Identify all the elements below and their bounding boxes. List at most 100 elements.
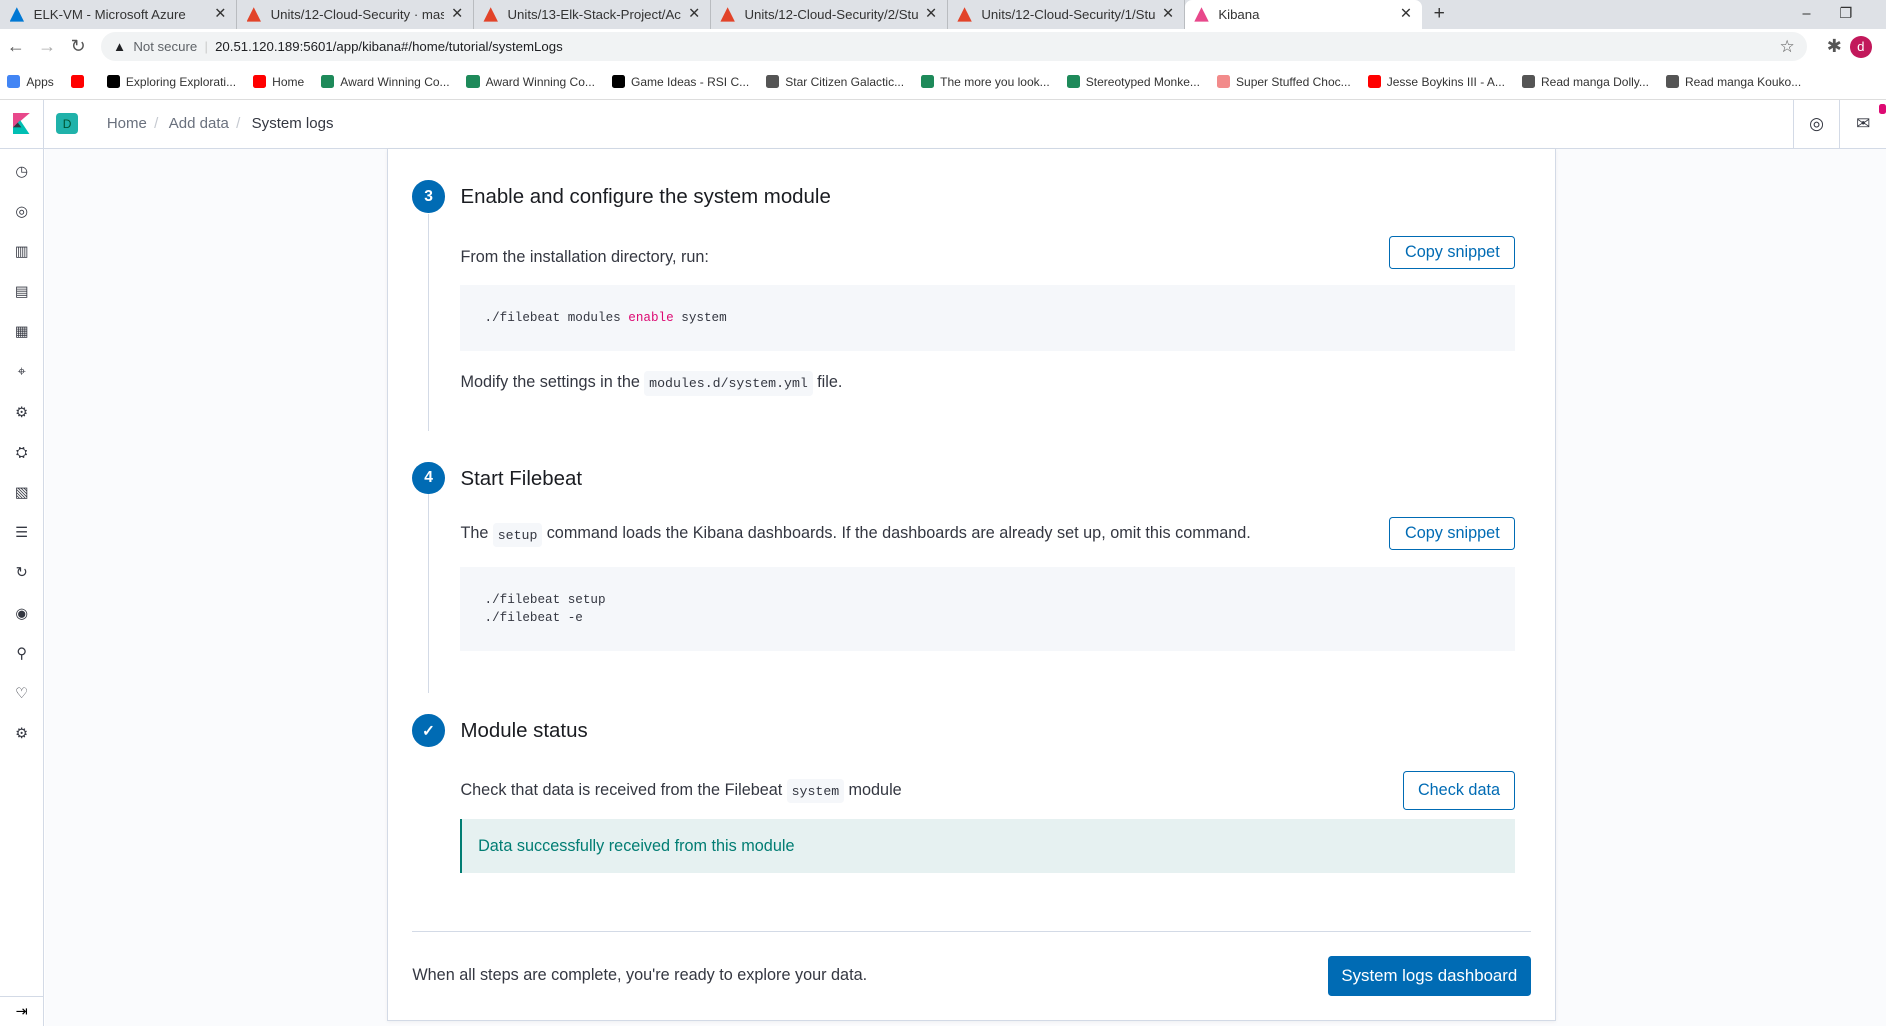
forward-icon[interactable]: → [31, 36, 62, 57]
tab-bar: ELK-VM - Microsoft Azure ✕ Units/12-Cloud-… [0, 0, 1886, 29]
extensions-icon[interactable]: ✱ [1819, 36, 1850, 57]
url-input[interactable]: ▲ Not secure | 20.51.120.189:5601/app/ki… [101, 32, 1807, 62]
browser-tab[interactable]: Kibana ✕ [1184, 0, 1422, 29]
bookmark-item[interactable]: Jesse Boykins III - A... [1367, 74, 1505, 89]
infrastructure-icon[interactable]: ⛭ [0, 433, 43, 473]
bookmark-item[interactable]: Stereotyped Monke... [1066, 74, 1200, 89]
code-block[interactable]: ./filebeat modules enable system [460, 285, 1516, 352]
tab-title: Units/12-Cloud-Security/1/Stude [981, 6, 1155, 22]
back-icon[interactable]: ← [0, 36, 31, 57]
collapse-nav-icon[interactable]: ⇥ [0, 996, 44, 1026]
ml-icon[interactable]: ⚙ [0, 393, 43, 433]
profile-avatar[interactable]: d [1849, 36, 1872, 58]
url-text: 20.51.120.189:5601/app/kibana#/home/tuto… [215, 39, 563, 55]
space-avatar[interactable]: D [56, 112, 78, 135]
step-title: Module status [460, 719, 588, 743]
check-data-button[interactable]: Check data [1402, 770, 1516, 811]
bookmark-favicon-icon [466, 75, 480, 89]
kibana-logo-icon[interactable] [0, 99, 45, 148]
bookmark-star-icon[interactable]: ☆ [1780, 36, 1795, 57]
close-tab-icon[interactable]: ✕ [451, 6, 463, 22]
browser-tab[interactable]: ELK-VM - Microsoft Azure ✕ [0, 0, 237, 29]
reload-icon[interactable]: ↻ [63, 36, 94, 57]
recent-clock-icon[interactable]: ◷ [0, 152, 43, 192]
browser-tab[interactable]: Units/12-Cloud-Security/2/Stude ✕ [711, 0, 948, 29]
tab-title: Units/12-Cloud-Security · master [270, 6, 444, 22]
dev-tools-icon[interactable]: ⚲ [0, 634, 43, 674]
close-tab-icon[interactable]: ✕ [688, 6, 700, 22]
step-title: Enable and configure the system module [460, 185, 831, 209]
bookmark-favicon-icon [766, 75, 780, 89]
logs-icon[interactable]: ▧ [0, 473, 43, 513]
bookmark-item[interactable]: Game Ideas - RSI C... [611, 75, 749, 89]
copy-snippet-button[interactable]: Copy snippet [1389, 235, 1516, 269]
minimize-button[interactable]: – [1802, 6, 1810, 22]
bookmark-favicon-icon [321, 75, 335, 89]
security-label[interactable]: Not secure [133, 39, 197, 54]
tab-title: Units/13-Elk-Stack-Project/Activi [507, 6, 681, 22]
bookmark-item[interactable]: Read manga Kouko... [1665, 74, 1802, 89]
close-tab-icon[interactable]: ✕ [925, 6, 937, 22]
bookmark-item[interactable]: Home [252, 74, 305, 89]
tab-title: Units/12-Cloud-Security/2/Stude [744, 6, 918, 22]
siem-icon[interactable]: ◉ [0, 593, 43, 633]
monitoring-heart-icon[interactable]: ♡ [0, 674, 43, 714]
close-tab-icon[interactable]: ✕ [1400, 6, 1412, 22]
main-content: 3 Enable and configure the system module… [44, 149, 1886, 1026]
close-tab-icon[interactable]: ✕ [1162, 6, 1174, 22]
bookmark-label: Exploring Explorati... [125, 74, 237, 89]
restore-button[interactable]: ❐ [1839, 6, 1852, 22]
bookmark-favicon-icon [106, 75, 120, 89]
bookmark-item[interactable]: Award Winning Co... [466, 75, 595, 89]
step-number: 3 [412, 180, 445, 213]
browser-tab[interactable]: Units/12-Cloud-Security/1/Stude ✕ [948, 0, 1185, 29]
check-icon: ✓ [412, 714, 445, 747]
bookmark-favicon-icon [611, 75, 625, 89]
bookmark-label: Award Winning Co... [340, 74, 450, 89]
step-title: Start Filebeat [460, 466, 583, 490]
canvas-icon[interactable]: ▦ [0, 312, 43, 352]
bookmark-label: Home [272, 74, 305, 89]
uptime-icon[interactable]: ↻ [0, 553, 43, 593]
bookmark-item[interactable]: Exploring Explorati... [106, 74, 237, 89]
bookmark-label: Jesse Boykins III - A... [1386, 74, 1505, 89]
bookmark-item[interactable]: Super Stuffed Choc... [1216, 75, 1351, 89]
newsfeed-mail-icon[interactable]: ✉ [1839, 99, 1886, 148]
copy-snippet-button[interactable]: Copy snippet [1389, 517, 1516, 551]
new-tab-button[interactable]: + [1422, 0, 1457, 29]
bookmark-favicon-icon [7, 75, 21, 89]
bookmark-label: Award Winning Co... [485, 74, 595, 89]
bookmark-item[interactable]: Read manga Dolly... [1521, 74, 1649, 89]
visualize-chart-icon[interactable]: ▥ [0, 232, 43, 272]
step-description: The setup command loads the Kibana dashb… [460, 522, 1251, 548]
kibana-header: D Home / Add data / System logs ◎ ✉ [0, 99, 1886, 149]
bookmark-item[interactable] [70, 75, 90, 89]
breadcrumb: Home / Add data / System logs [106, 115, 334, 133]
status-description: Check that data is received from the Fil… [460, 778, 902, 804]
breadcrumb-add-data[interactable]: Add data [169, 115, 229, 132]
breadcrumb-home[interactable]: Home [107, 115, 147, 132]
bookmark-label: Read manga Dolly... [1540, 74, 1649, 89]
help-icon[interactable]: ◎ [1792, 99, 1840, 148]
bookmark-item[interactable]: Award Winning Co... [321, 75, 450, 89]
bookmark-label: Stereotyped Monke... [1085, 74, 1200, 89]
azure-icon [9, 7, 25, 22]
apm-icon[interactable]: ☰ [0, 513, 43, 553]
browser-tab[interactable]: Units/12-Cloud-Security · master ✕ [237, 0, 474, 29]
step-intro: From the installation directory, run: [460, 247, 709, 266]
code-block[interactable]: ./filebeat setup ./filebeat -e [460, 566, 1516, 651]
system-logs-dashboard-button[interactable]: System logs dashboard [1327, 956, 1531, 996]
close-tab-icon[interactable]: ✕ [214, 6, 226, 22]
modify-text: Modify the settings in the modules.d/sys… [460, 371, 842, 396]
bookmark-item[interactable]: Apps [7, 75, 54, 89]
browser-tab[interactable]: Units/13-Elk-Stack-Project/Activi ✕ [474, 0, 711, 29]
bookmark-label: Read manga Kouko... [1685, 74, 1802, 89]
discover-compass-icon[interactable]: ◎ [0, 192, 43, 232]
bookmark-favicon-icon [1367, 75, 1381, 89]
maps-icon[interactable]: ⌖ [0, 352, 43, 392]
bookmark-item[interactable]: The more you look... [920, 75, 1050, 89]
address-bar-row: ← → ↻ ▲ Not secure | 20.51.120.189:5601/… [0, 28, 1886, 65]
dashboard-icon[interactable]: ▤ [0, 272, 43, 312]
bookmark-item[interactable]: Star Citizen Galactic... [766, 75, 904, 89]
management-gear-icon[interactable]: ⚙ [0, 714, 43, 754]
